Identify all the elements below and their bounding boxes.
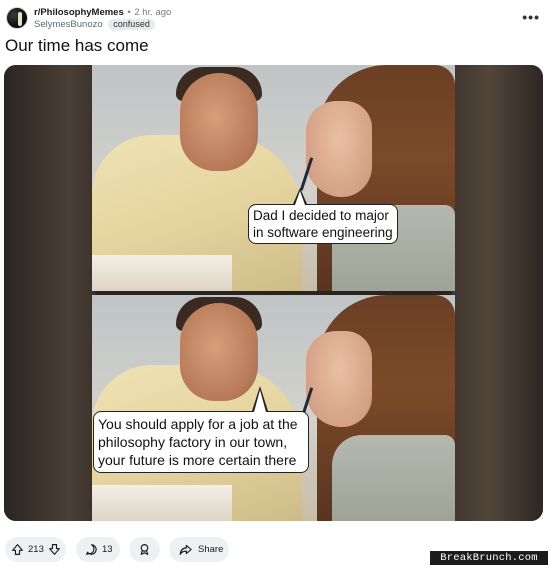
comments-button[interactable]: 13 <box>76 537 120 562</box>
father-face <box>180 303 258 401</box>
book <box>92 255 232 291</box>
father-face <box>180 73 258 171</box>
post-flair[interactable]: confused <box>108 19 155 30</box>
site-watermark: BreakBrunch.com <box>430 551 548 565</box>
caption-line: You should apply for a job at the <box>98 416 298 432</box>
meta-separator: • <box>127 7 131 18</box>
share-label: Share <box>198 544 224 555</box>
post-header: r/PhilosophyMemes • 2 hr. ago SelymesBun… <box>6 5 546 33</box>
caption-line: Dad I decided to major <box>253 208 389 223</box>
speech-bubble-father: You should apply for a job at the philos… <box>93 386 309 473</box>
caption-line: in software engineering <box>253 225 393 240</box>
downvote-icon[interactable] <box>48 543 61 556</box>
award-icon <box>138 543 151 556</box>
share-button[interactable]: Share <box>169 537 229 562</box>
more-options-icon[interactable]: ••• <box>522 9 540 25</box>
caption-line: philosophy factory in our town, <box>98 434 288 450</box>
author-link[interactable]: SelymesBunozo <box>34 19 103 30</box>
meta-line: r/PhilosophyMemes • 2 hr. ago <box>34 7 171 18</box>
vote-control: 213 <box>5 537 66 562</box>
post-title[interactable]: Our time has come <box>5 36 149 56</box>
share-icon <box>179 543 192 556</box>
author-line: SelymesBunozo confused <box>34 19 171 31</box>
subreddit-link[interactable]: r/PhilosophyMemes <box>34 7 124 18</box>
meme-panel-bottom: You should apply for a job at the philos… <box>92 295 455 521</box>
speech-bubble-daughter: Dad I decided to major in software engin… <box>248 188 398 244</box>
award-button[interactable] <box>129 537 160 562</box>
subreddit-avatar-icon[interactable] <box>6 7 28 29</box>
comment-count: 13 <box>102 544 113 555</box>
daughter-face <box>306 101 372 197</box>
post-meta: r/PhilosophyMemes • 2 hr. ago SelymesBun… <box>34 7 171 31</box>
meme-panel-top: Dad I decided to major in software engin… <box>92 65 455 291</box>
daughter-face <box>306 331 372 427</box>
vote-count: 213 <box>28 544 44 555</box>
upvote-icon[interactable] <box>11 543 24 556</box>
caption-line: your future is more certain there <box>98 452 297 468</box>
post-age: 2 hr. ago <box>134 7 172 18</box>
comment-icon <box>85 543 98 556</box>
post-image[interactable]: Dad I decided to major in software engin… <box>4 65 543 521</box>
book <box>92 485 232 521</box>
